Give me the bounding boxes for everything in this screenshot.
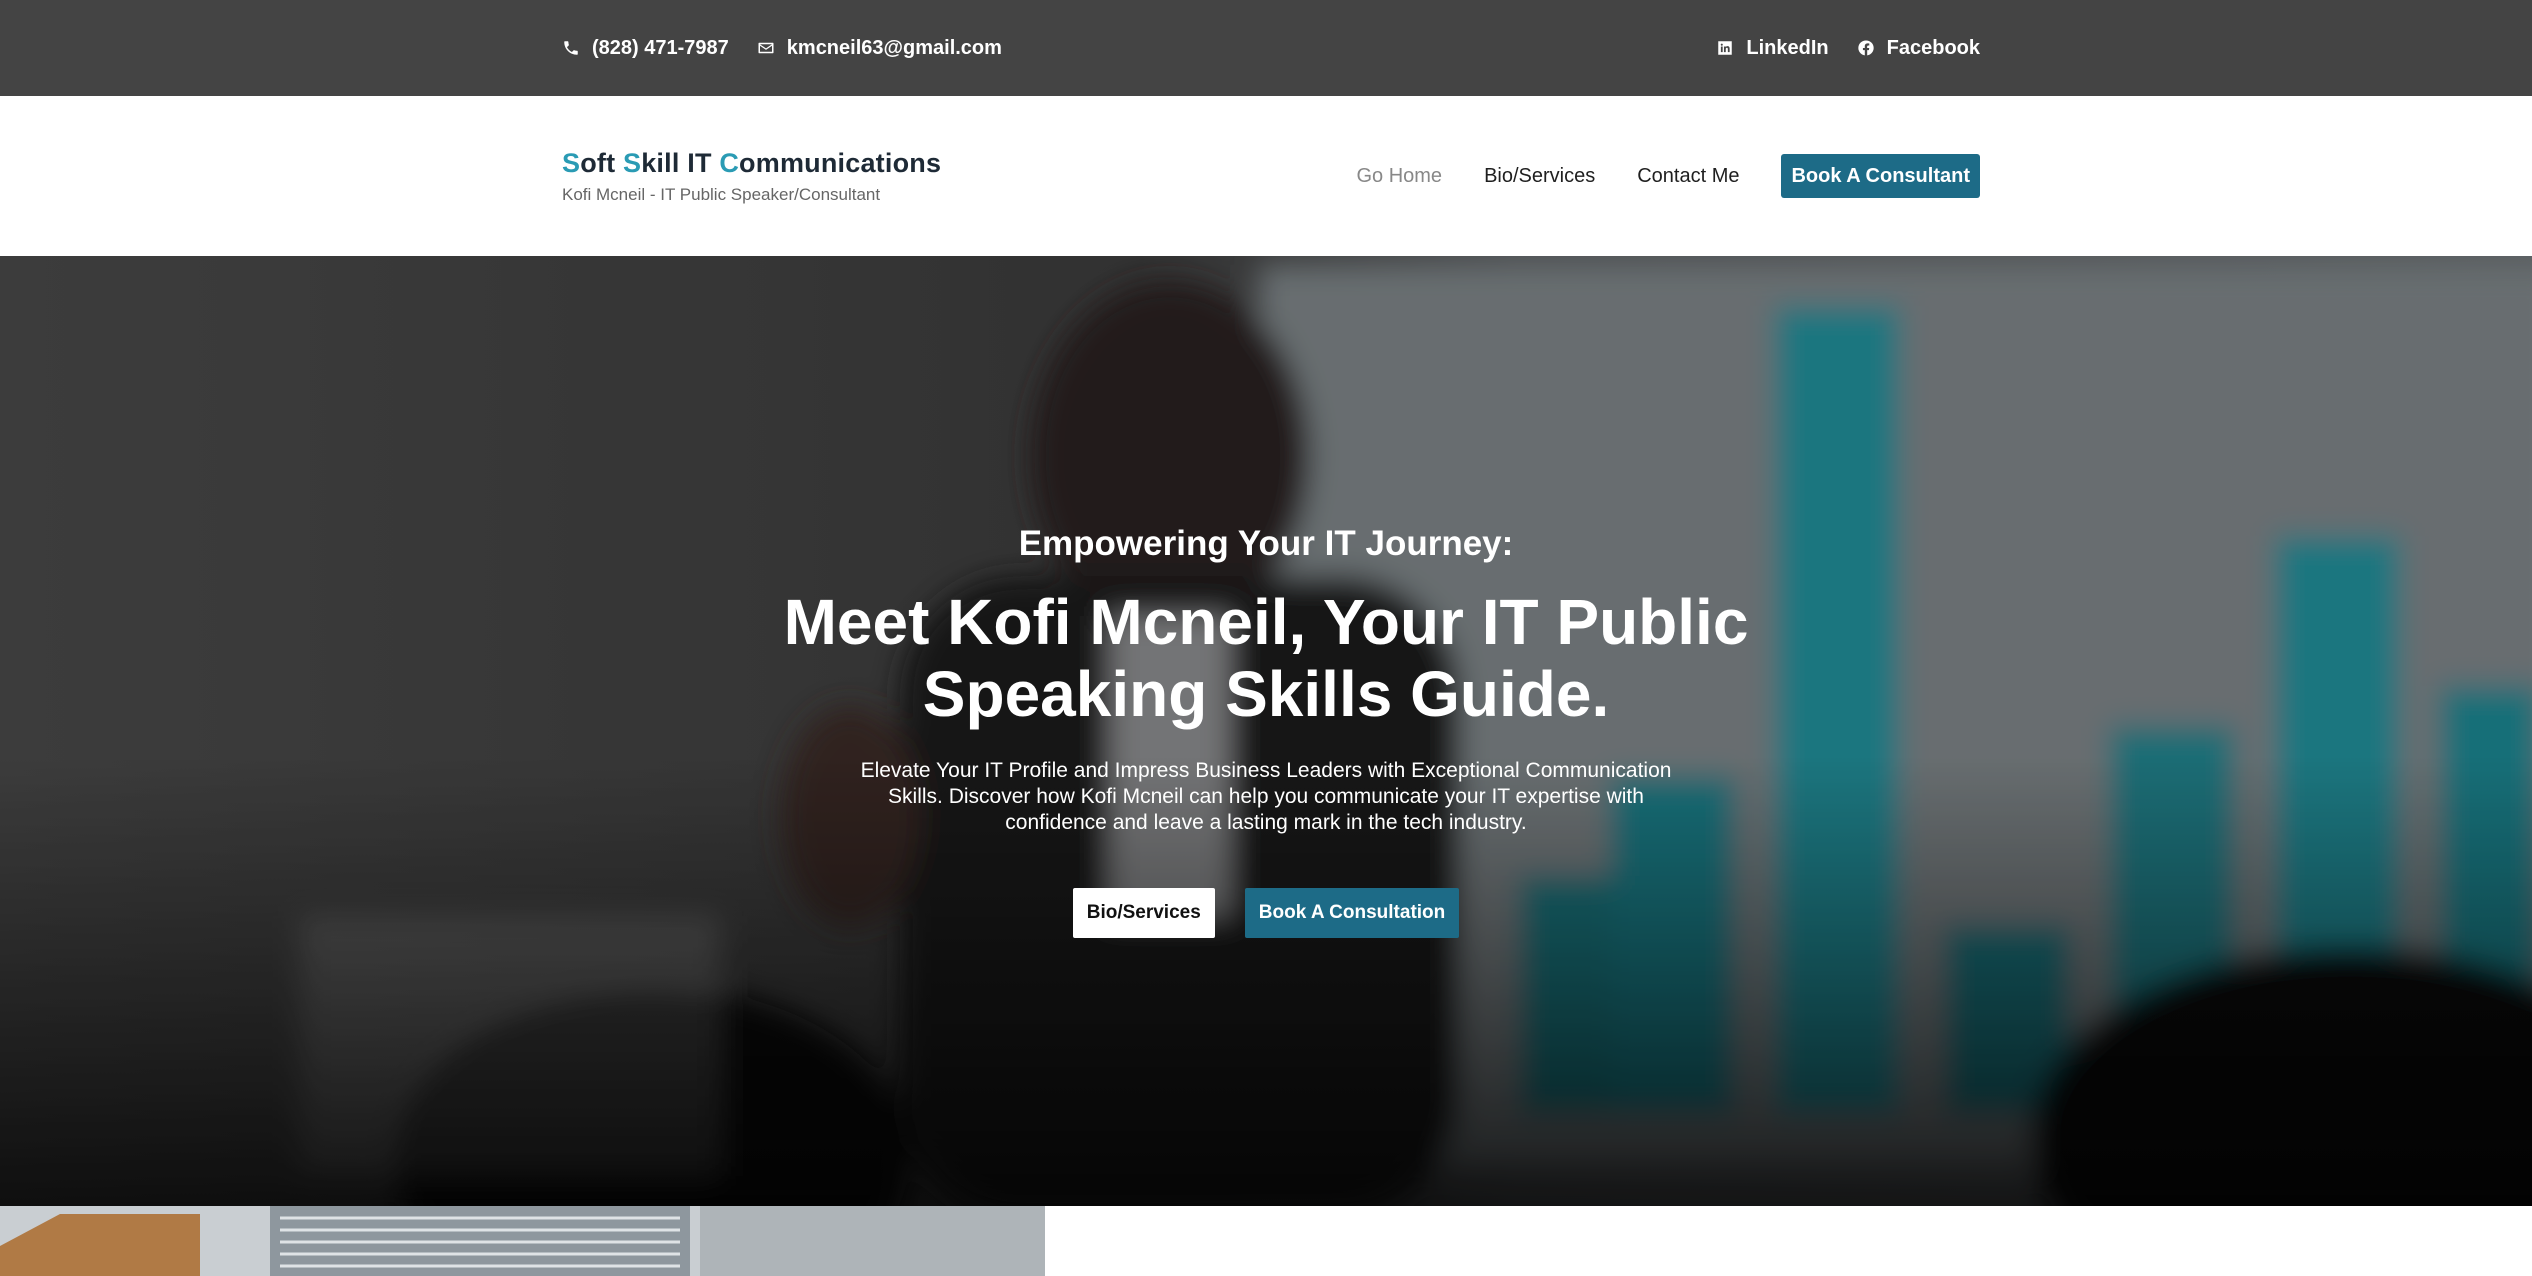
brand-title: Soft Skill IT Communications [562,148,941,179]
nav-go-home[interactable]: Go Home [1356,165,1442,188]
hero-content: Empowering Your IT Journey: Meet Kofi Mc… [0,256,2532,1206]
section-image [0,1206,1045,1276]
nav-contact-me[interactable]: Contact Me [1637,165,1739,188]
brand-title-part: C [719,148,740,178]
mail-icon [757,39,775,57]
hero-lede: Elevate Your IT Profile and Impress Busi… [860,759,1672,834]
facebook-label: Facebook [1886,36,1980,59]
email-address: kmcneil63@gmail.com [786,36,1002,59]
brand-title-part: kill IT [641,148,720,178]
contact-group: (828) 471-7987 kmcneil63@gmail.com [562,37,1002,60]
hero-book-consultation-button[interactable]: Book A Consultation [1244,888,1460,938]
phone-icon [562,39,580,57]
top-contact-bar-inner: (828) 471-7987 kmcneil63@gmail.com Linke… [562,0,1980,96]
brand-title-part: ommunications [739,148,942,178]
main-nav: Go Home Bio/Services Contact Me Book A C… [1356,154,1980,198]
book-consultant-button[interactable]: Book A Consultant [1781,154,1980,198]
brand-title-part: S [562,148,581,178]
top-contact-bar: (828) 471-7987 kmcneil63@gmail.com Linke… [0,0,2532,96]
hero-cta-row: Bio/Services Book A Consultation [0,888,2532,938]
nav-bio-services[interactable]: Bio/Services [1484,165,1595,188]
brand-subtitle: Kofi Mcneil - IT Public Speaker/Consulta… [562,185,881,204]
hero-bio-services-button[interactable]: Bio/Services [1072,888,1215,938]
hero-headline: Meet Kofi Mcneil, Your IT Public Speakin… [783,586,1749,730]
brand-title-part: S [623,148,642,178]
linkedin-link[interactable]: LinkedIn [1716,36,1829,60]
linkedin-label: LinkedIn [1746,36,1829,59]
brand-title-part: oft [580,148,623,178]
next-section [0,1206,2532,1276]
brand[interactable]: Soft Skill IT Communications Kofi Mcneil… [562,148,941,205]
email-link[interactable]: kmcneil63@gmail.com [757,37,1002,60]
hero-section: Empowering Your IT Journey: Meet Kofi Mc… [0,256,2532,1206]
linkedin-icon [1716,39,1734,57]
facebook-link[interactable]: Facebook [1857,37,1980,60]
phone-link[interactable]: (828) 471-7987 [562,37,729,60]
phone-number: (828) 471-7987 [592,36,729,59]
hero-eyebrow: Empowering Your IT Journey: [1018,524,1514,563]
site-header: Soft Skill IT Communications Kofi Mcneil… [0,96,2532,256]
social-group: LinkedIn Facebook [1716,37,1980,60]
facebook-icon [1857,39,1875,57]
